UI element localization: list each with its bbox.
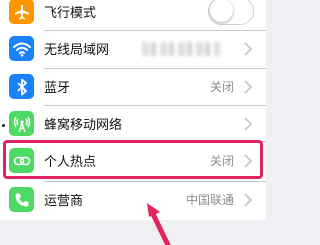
settings-list: 飞行模式 无线局域网 蓝牙 关闭 蜂窝移动网络 个人热点 关闭 运营商 中国联通: [0, 0, 266, 220]
airplane-mode-label: 飞行模式: [44, 6, 97, 21]
toggle-knob: [210, 0, 233, 22]
chevron-right-icon: [244, 117, 252, 131]
wifi-icon: [9, 36, 34, 61]
bluetooth-icon: [9, 74, 34, 99]
phone-icon: [9, 187, 34, 212]
row-wlan[interactable]: 无线局域网: [0, 31, 266, 66]
row-airplane-mode[interactable]: 飞行模式: [0, 0, 266, 29]
cellular-label: 蜂窝移动网络: [44, 118, 123, 133]
row-cellular[interactable]: 蜂窝移动网络: [0, 106, 266, 141]
airplane-icon: [9, 0, 34, 24]
row-carrier[interactable]: 运营商 中国联通: [0, 182, 266, 217]
cellular-icon: [9, 111, 34, 136]
row-bluetooth[interactable]: 蓝牙 关闭: [0, 69, 266, 104]
bluetooth-status: 关闭: [209, 80, 234, 94]
chevron-right-icon: [244, 193, 252, 207]
chevron-right-icon: [244, 80, 252, 94]
wlan-label: 无线局域网: [44, 43, 110, 58]
carrier-value: 中国联通: [185, 193, 234, 207]
airplane-mode-toggle[interactable]: [208, 0, 254, 25]
carrier-label: 运营商: [44, 194, 84, 209]
chevron-right-icon: [244, 42, 252, 56]
stray-dot: [2, 124, 5, 127]
highlight-box: [3, 140, 263, 179]
bluetooth-label: 蓝牙: [44, 81, 71, 96]
wlan-network-name-blurred: [142, 42, 220, 56]
